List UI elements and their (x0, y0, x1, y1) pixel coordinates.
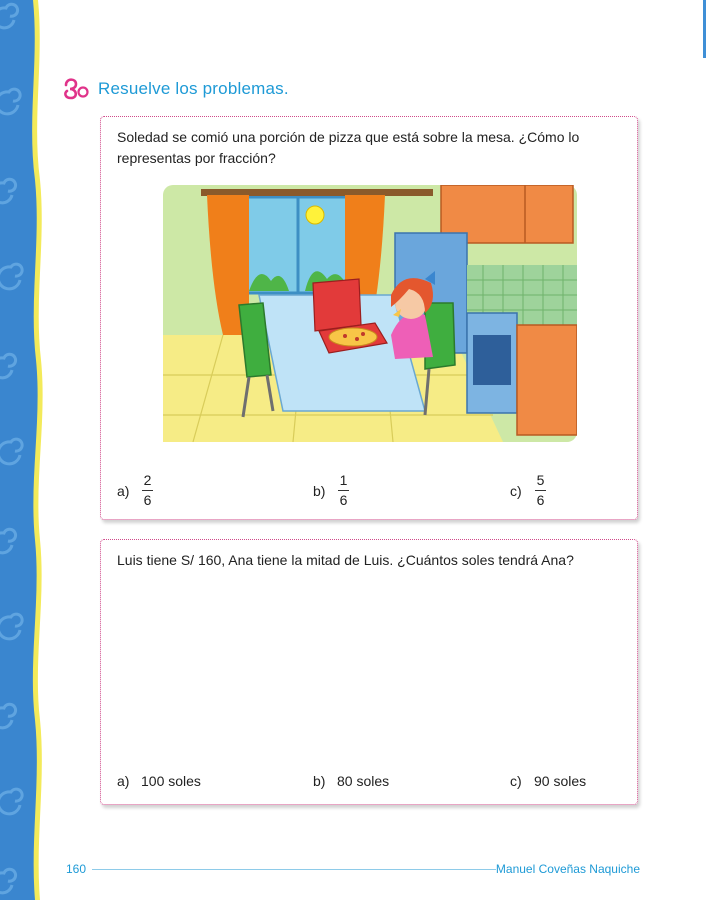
option-label: a) (117, 773, 130, 789)
denominator: 6 (143, 492, 152, 508)
numerator: 2 (143, 472, 152, 488)
fraction: 2 6 (142, 472, 153, 509)
option-label: a) (117, 482, 130, 499)
section-heading: Resuelve los problemas. (62, 76, 289, 102)
option-b[interactable]: b) 80 soles (313, 773, 389, 789)
fraction-bar (142, 490, 153, 491)
denominator: 6 (339, 492, 348, 508)
option-label: b) (313, 482, 326, 499)
problem-1-question: Soledad se comió una porción de pizza qu… (117, 129, 580, 166)
option-text: 80 soles (337, 773, 390, 789)
problem-2-question: Luis tiene S/ 160, Ana tiene la mitad de… (117, 552, 574, 568)
option-c[interactable]: c) 90 soles (510, 773, 586, 789)
page-number: 160 (66, 862, 87, 876)
section-title: Resuelve los problemas. (98, 79, 289, 98)
option-c[interactable]: c) 5 6 (510, 472, 546, 509)
author-name: Manuel Coveñas Naquiche (495, 862, 640, 876)
footer-rule (92, 869, 496, 870)
option-label: c) (510, 773, 522, 789)
problem-card-2: Luis tiene S/ 160, Ana tiene la mitad de… (100, 539, 638, 805)
problem-badge-icon (64, 78, 89, 100)
fraction: 5 6 (535, 472, 546, 509)
numerator: 5 (536, 472, 545, 488)
fraction-bar (535, 490, 546, 491)
kitchen-illustration (163, 185, 577, 442)
option-label: c) (510, 482, 522, 499)
numerator: 1 (339, 472, 348, 488)
fraction-bar (338, 490, 349, 491)
decorative-side-strip (0, 0, 43, 900)
option-label: b) (313, 773, 326, 789)
page-footer: 160 Manuel Coveñas Naquiche (66, 860, 640, 880)
denominator: 6 (536, 492, 545, 508)
fraction: 1 6 (338, 472, 349, 509)
option-text: 100 soles (141, 773, 201, 789)
option-text: 90 soles (534, 773, 587, 789)
problem-card-1: Soledad se comió una porción de pizza qu… (100, 116, 638, 520)
option-a[interactable]: a) 2 6 (117, 472, 153, 509)
option-b[interactable]: b) 1 6 (313, 472, 349, 509)
option-a[interactable]: a) 100 soles (117, 773, 201, 789)
